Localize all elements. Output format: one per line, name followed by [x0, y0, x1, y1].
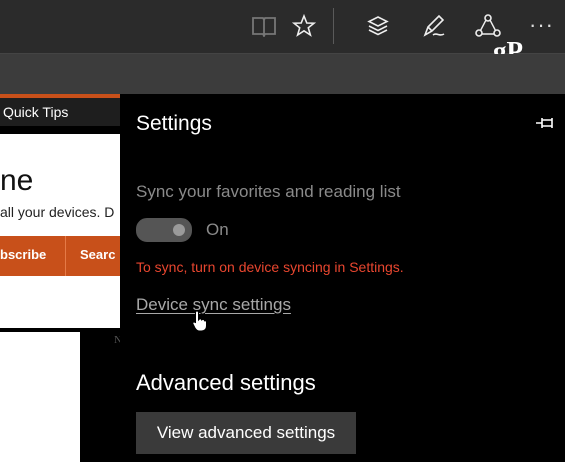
sync-toggle[interactable]	[136, 218, 192, 242]
toolbar-divider	[333, 8, 334, 44]
page-heading-fragment: ne	[0, 164, 34, 197]
background-webpage: Quick Tips ne all your devices. D bscrib…	[0, 94, 120, 462]
hub-icon[interactable]	[364, 12, 392, 40]
page-tab-label: Quick Tips	[3, 104, 69, 120]
settings-panel: Settings Sync your favorites and reading…	[120, 94, 565, 462]
bar-divider	[65, 236, 66, 276]
view-advanced-settings-button[interactable]: View advanced settings	[136, 412, 356, 454]
settings-title: Settings	[136, 112, 212, 135]
sync-favorites-label: Sync your favorites and reading list	[136, 182, 401, 201]
more-icon[interactable]: ···	[529, 12, 554, 38]
toggle-knob	[173, 224, 185, 236]
subscribe-search-bar: bscribe Searc	[0, 236, 120, 276]
web-note-icon[interactable]	[420, 12, 448, 40]
search-button[interactable]: Searc	[80, 247, 115, 262]
favorite-star-icon[interactable]	[290, 12, 318, 40]
page-body-fragment: all your devices. D	[0, 204, 115, 220]
address-strip	[0, 54, 565, 94]
device-sync-settings-link[interactable]: Device sync settings	[136, 295, 291, 315]
reading-view-icon[interactable]	[250, 12, 278, 40]
hand-cursor-icon	[192, 310, 208, 337]
subscribe-button[interactable]: bscribe	[0, 247, 46, 262]
browser-toolbar: ··· gP	[0, 0, 565, 66]
sync-warning: To sync, turn on device syncing in Setti…	[136, 259, 404, 275]
sync-toggle-state: On	[206, 220, 229, 239]
pin-icon[interactable]	[535, 115, 557, 131]
page-tab[interactable]: Quick Tips	[0, 98, 120, 126]
page-content-box: ne all your devices. D	[0, 134, 120, 328]
advanced-settings-heading: Advanced settings	[136, 370, 316, 395]
page-white-panel	[0, 332, 80, 462]
